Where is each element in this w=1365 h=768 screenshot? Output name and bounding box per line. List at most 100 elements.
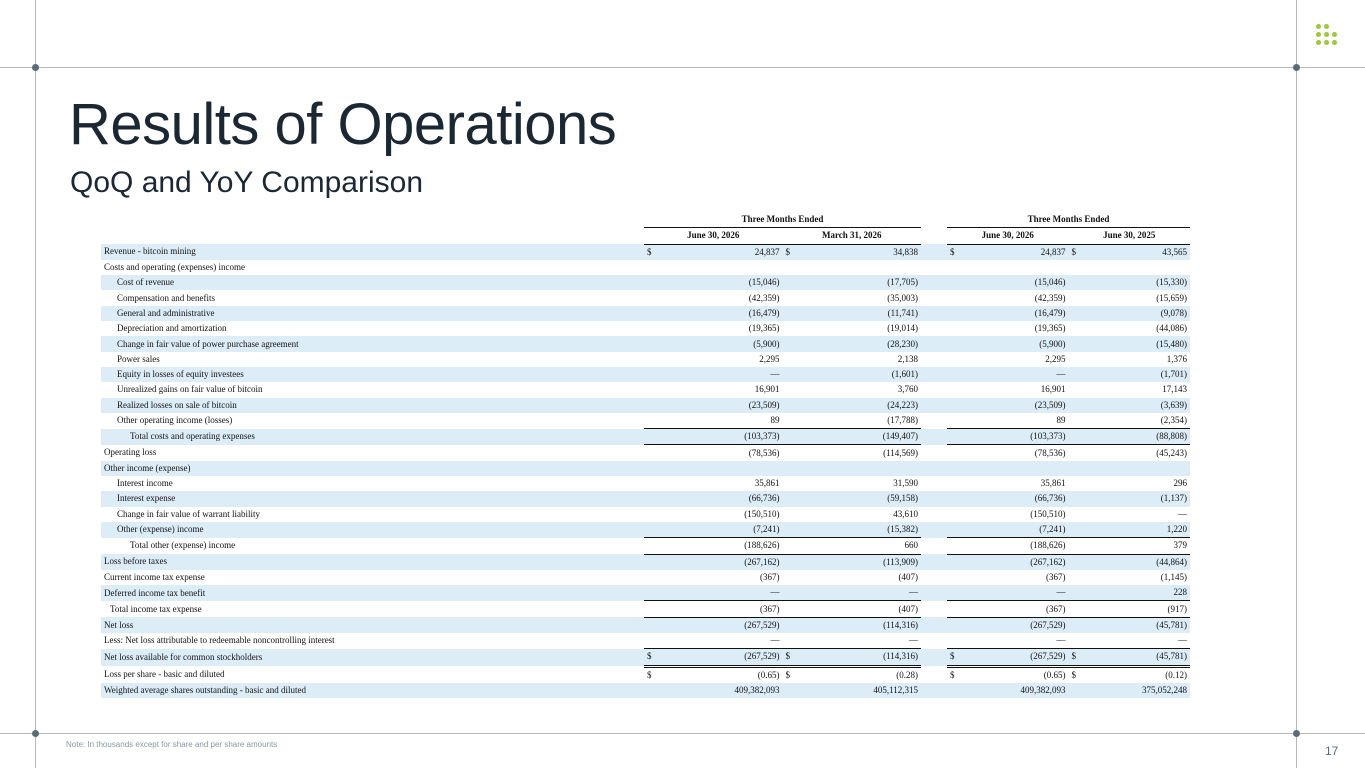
dollar-sign [1068, 275, 1079, 291]
dollar-sign [947, 413, 958, 429]
cell-value: (45,243) [1079, 444, 1190, 461]
table-row: Other operating income (losses) 89 (17,788… [101, 413, 1190, 429]
dollar-sign: $ [644, 648, 655, 668]
cell-value: 17,143 [1162, 384, 1187, 395]
cell-value: (16,479) [654, 305, 783, 322]
cell-value: (15,046) [957, 275, 1069, 291]
dollar-sign [644, 460, 655, 477]
dollar-sign [947, 397, 958, 413]
cell-value: (114,569) [793, 444, 921, 461]
dollar-sign [644, 290, 655, 305]
column-gap [921, 570, 947, 585]
cell-value: — [957, 366, 1069, 383]
cell-value: 35,861 [754, 478, 780, 489]
page-number: 17 [1325, 744, 1339, 758]
dollar-sign [644, 585, 655, 601]
cell-value: — [1178, 635, 1187, 646]
dollar-sign [1068, 305, 1079, 322]
cell-value: (78,536) [654, 444, 783, 461]
cell-value: (15,330) [1079, 275, 1190, 291]
cell-value: (3,639) [1079, 397, 1190, 413]
dollar-sign [644, 633, 655, 649]
dollar-sign [1068, 553, 1079, 570]
cell-value: (267,529) [957, 648, 1069, 668]
results-table: Three Months Ended Three Months Ended Ju… [101, 212, 1190, 699]
dollar-sign [947, 460, 958, 477]
cell-value: 16,901 [1040, 384, 1066, 395]
cell-value: (917) [1079, 600, 1190, 618]
cell-value: 409,382,093 [654, 682, 783, 699]
dollar-sign [947, 275, 958, 291]
dollar-sign: $ [1068, 648, 1079, 668]
column-gap [921, 460, 947, 477]
row-label: Unrealized gains on fair value of bitcoi… [117, 384, 263, 395]
dollar-sign [644, 444, 655, 461]
row-label: Costs and operating (expenses) income [104, 262, 245, 273]
cell-value: (15,659) [1156, 292, 1187, 303]
dollar-sign [947, 537, 958, 555]
cell-value: (23,509) [957, 397, 1069, 413]
dollar-sign [783, 507, 794, 522]
dollar-sign [947, 428, 958, 445]
column-gap [921, 601, 947, 617]
dollar-sign [644, 553, 655, 570]
dollar-sign [947, 682, 958, 699]
dollar-sign [947, 290, 958, 305]
table-row: Change in fair value of warrant liabilit… [101, 507, 1190, 522]
column-gap [921, 521, 947, 538]
dollar-sign [1068, 460, 1079, 477]
cell-value: (5,900) [654, 336, 783, 352]
column-gap [921, 305, 947, 322]
dollar-sign [644, 682, 655, 699]
table-row: Loss per share - basic and diluted $ (0.65… [101, 666, 1190, 683]
dollar-sign [1068, 397, 1079, 413]
page-title: Results of Operations [69, 92, 617, 157]
cell-value: (407) [898, 571, 919, 582]
dollar-sign [947, 507, 958, 522]
dollar-sign: $ [947, 648, 958, 668]
column-gap [921, 352, 947, 367]
row-label: General and administrative [101, 305, 644, 322]
cell-value: (17,705) [793, 275, 921, 291]
dollar-sign [947, 321, 958, 336]
cell-value: (24,223) [793, 397, 921, 413]
corner-dot-tl [32, 64, 39, 71]
cell-value: (44,864) [1079, 553, 1190, 570]
dollar-sign [644, 537, 655, 555]
cell-value: (2,354) [1160, 415, 1187, 425]
dollar-sign [1068, 585, 1079, 601]
cell-value: 1,220 [1079, 521, 1190, 538]
cell-value: (7,241) [957, 521, 1069, 538]
cell-value: (150,510) [1030, 508, 1066, 519]
page-subtitle: QoQ and YoY Comparison [70, 166, 424, 199]
dollar-sign [947, 553, 958, 570]
table-row: Operating loss (78,536) (114,569) (78,536) (… [101, 444, 1190, 461]
dollar-sign [644, 413, 655, 429]
cell-value: 405,112,315 [793, 682, 921, 699]
cell-value [958, 260, 1069, 275]
dollar-sign [782, 616, 793, 634]
cell-value: 2,138 [897, 353, 918, 364]
dollar-sign [1068, 537, 1079, 555]
cell-value: (103,373) [957, 428, 1069, 445]
cell-value: (114,316) [793, 648, 921, 668]
cell-value: (66,736) [654, 491, 783, 507]
dollar-sign [782, 553, 793, 570]
dollar-sign: $ [1068, 244, 1079, 260]
cell-value: (28,230) [793, 336, 921, 352]
cell-value: 16,901 [754, 384, 780, 395]
group-header-row: Three Months Ended Three Months Ended [101, 212, 1190, 229]
cell-value [957, 460, 1069, 477]
dollar-sign [782, 336, 793, 352]
cell-value: (19,014) [887, 323, 918, 334]
cell-value: (44,086) [1156, 323, 1187, 334]
row-label: Change in fair value of warrant liabilit… [117, 508, 260, 519]
row-label: Power sales [117, 353, 160, 364]
cell-value: (103,373) [654, 428, 783, 445]
dollar-sign [947, 305, 958, 322]
table-row: Current income tax expense (367) (407) (367… [101, 570, 1190, 585]
cell-value: (0.28) [896, 669, 918, 680]
cell-value: — [1056, 635, 1066, 646]
dollar-sign [1068, 521, 1079, 538]
column-gap [921, 476, 947, 491]
